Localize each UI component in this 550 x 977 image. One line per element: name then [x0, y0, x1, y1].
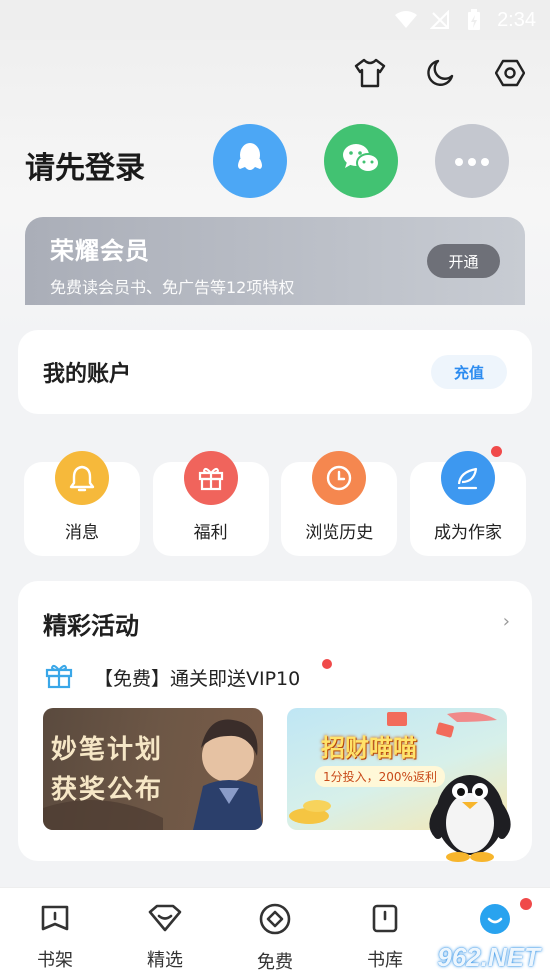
recharge-button[interactable]: 充值 [431, 355, 507, 389]
site-watermark: 962.NET [437, 942, 540, 972]
quick-label-become-writer: 成为作家 [433, 523, 502, 543]
vip-subtitle: 免费读会员书、免广告等12项特权 [50, 278, 295, 297]
more-login-button[interactable] [435, 124, 509, 198]
battery-charging-icon [463, 9, 485, 31]
featured-icon [147, 902, 183, 938]
quick-item-become-writer[interactable]: 成为作家 [409, 446, 526, 556]
qq-login-button[interactable] [213, 124, 287, 198]
no-signal-icon [429, 9, 451, 31]
account-title: 我的账户 [43, 362, 132, 387]
nav-label-library: 书库 [367, 950, 403, 971]
nav-free[interactable]: 免费 [220, 888, 330, 977]
status-time: 2:34 [497, 8, 536, 31]
tshirt-icon[interactable] [352, 55, 388, 91]
login-prompt[interactable]: 请先登录 [25, 143, 145, 187]
status-bar: 2:34 [0, 0, 550, 40]
nav-featured[interactable]: 精选 [110, 888, 220, 977]
bookshelf-icon [39, 902, 71, 938]
bell-icon [55, 451, 109, 505]
library-icon [370, 902, 400, 938]
nav-label-free: 免费 [257, 952, 293, 973]
promo-badge-dot [322, 659, 332, 669]
nav-label-featured: 精选 [147, 950, 183, 971]
quick-label-messages: 消息 [65, 523, 99, 543]
profile-badge-dot [520, 898, 532, 910]
wifi-icon [395, 9, 418, 31]
vip-membership-card[interactable]: 荣耀会员 免费读会员书、免广告等12项特权 开通 [25, 217, 525, 305]
account-card[interactable]: 我的账户 充值 [18, 330, 532, 414]
gift-icon [183, 451, 238, 505]
qq-icon [235, 141, 265, 181]
quick-actions: 消息 福利 浏览历史 成为作家 [24, 446, 526, 556]
clock-icon [312, 451, 367, 505]
more-icon [454, 152, 490, 171]
writer-badge-dot [490, 446, 502, 457]
activity-promo[interactable]: 【免费】通关即送VIP10 [44, 661, 300, 693]
wechat-login-button[interactable] [324, 124, 398, 198]
free-icon [258, 902, 292, 940]
login-options [213, 124, 509, 198]
quick-item-messages[interactable]: 消息 [24, 451, 140, 556]
profile-icon [478, 902, 512, 940]
quick-item-welfare[interactable]: 福利 [152, 451, 269, 556]
banner-right-title: 招财喵喵 [321, 734, 417, 762]
moon-icon[interactable] [422, 55, 458, 91]
activities-title: 精彩活动 [43, 612, 139, 640]
quick-item-history[interactable]: 浏览历史 [281, 451, 398, 556]
penguin-mascot-icon[interactable] [420, 755, 520, 865]
nav-label-bookshelf: 书架 [37, 950, 73, 971]
activity-promo-text: 【免费】通关即送VIP10 [94, 667, 301, 690]
banner-left-text: 妙笔计划 获奖公布 [51, 735, 164, 805]
gift-icon [44, 661, 74, 693]
vip-open-button[interactable]: 开通 [427, 244, 500, 278]
pen-icon [440, 451, 495, 505]
activity-banner-writing-plan[interactable]: 妙笔计划 获奖公布 [43, 708, 263, 830]
quick-label-welfare: 福利 [193, 523, 228, 543]
quick-label-history: 浏览历史 [305, 523, 374, 543]
header-actions [352, 55, 528, 91]
settings-icon[interactable] [492, 55, 528, 91]
nav-bookshelf[interactable]: 书架 [0, 888, 110, 977]
wechat-icon [341, 142, 381, 180]
nav-library[interactable]: 书库 [330, 888, 440, 977]
chevron-right-icon[interactable]: › [503, 611, 510, 632]
